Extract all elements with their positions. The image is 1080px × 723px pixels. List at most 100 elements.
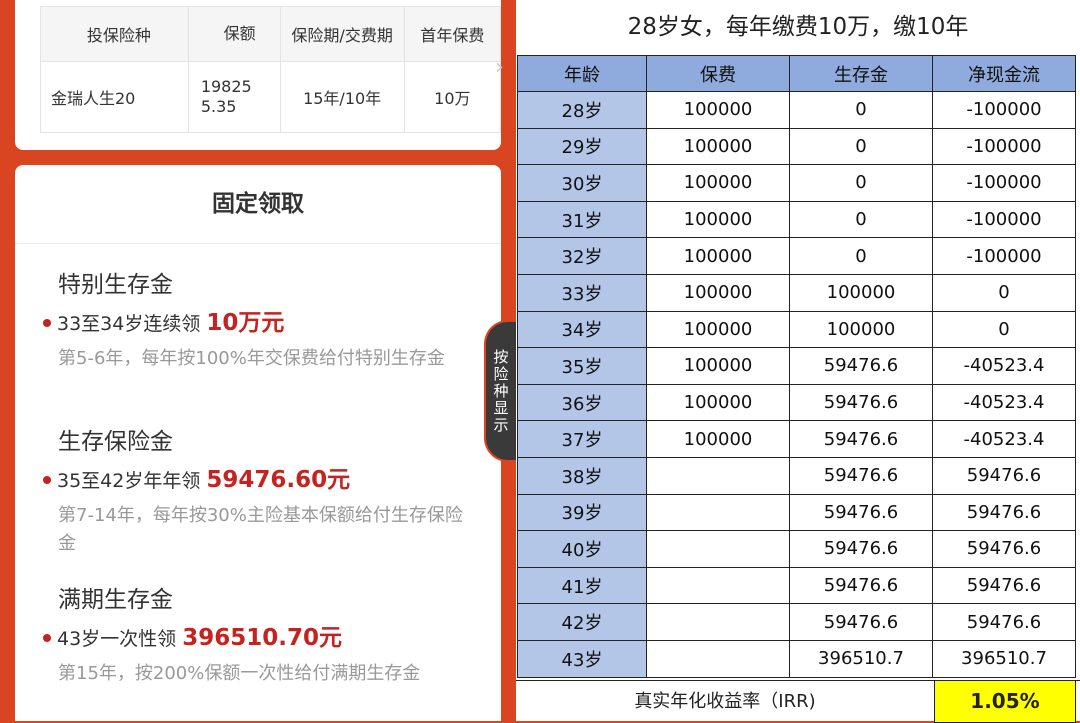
- payout-item-amount: 10万元: [206, 310, 285, 336]
- cell-premium: 100000: [646, 91, 790, 129]
- payout-item-line: 33至34岁连续领 10万元: [43, 303, 284, 337]
- plan-table: 投保险种 保额 保险期/交费期 首年保费 金瑞人生20 19825 5.35 15…: [40, 6, 502, 133]
- cell-premium: 100000: [646, 420, 790, 458]
- table-row: 40岁 59476.6 59476.6: [517, 530, 1076, 568]
- payout-item-line: 43岁一次性领 396510.70元: [43, 618, 342, 652]
- bullet-dot-icon: [43, 475, 51, 484]
- chevron-right-icon[interactable]: ›: [495, 55, 504, 80]
- payout-item-prefix: 43岁一次性领: [57, 628, 177, 650]
- cell-netflow: -40523.4: [932, 383, 1076, 422]
- payout-item-title: 满期生存金: [58, 587, 173, 613]
- cell-netflow: 59476.6: [932, 566, 1076, 605]
- cell-netflow: 59476.6: [932, 493, 1076, 532]
- table-row: 31岁 100000 0 -100000: [517, 200, 1076, 239]
- table-row: 36岁 100000 59476.6 -40523.4: [517, 383, 1076, 422]
- cell-survival: 59476.6: [789, 456, 933, 495]
- cell-age: 42岁: [517, 603, 647, 641]
- cell-age: 37岁: [517, 420, 647, 458]
- plan-amount-line2: 5.35: [200, 97, 237, 116]
- table-row: 34岁 100000 100000 0: [517, 310, 1076, 349]
- payout-item-title: 特别生存金: [58, 272, 173, 298]
- cashflow-title: 28岁女，每年缴费10万，缴10年: [627, 14, 969, 40]
- col-header-survival: 生存金: [789, 55, 933, 92]
- cell-netflow: 59476.6: [932, 603, 1076, 641]
- cell-age: 29岁: [517, 127, 647, 166]
- plan-header-term: 保险期/交费期: [279, 6, 405, 62]
- cell-age: 43岁: [517, 639, 647, 678]
- cell-age: 28岁: [517, 91, 647, 129]
- cell-premium: [646, 566, 790, 605]
- table-row: 42岁 59476.6 59476.6: [517, 603, 1076, 641]
- cell-netflow: 59476.6: [932, 530, 1076, 568]
- cell-survival: 59476.6: [789, 420, 933, 458]
- payout-item-amount: 59476.60元: [206, 467, 351, 493]
- cell-premium: [646, 456, 790, 495]
- cell-premium: 100000: [646, 347, 790, 385]
- cell-survival: 0: [789, 91, 933, 129]
- cell-age: 32岁: [517, 237, 647, 275]
- plan-amount: 19825 5.35: [187, 61, 281, 133]
- col-header-netflow: 净现金流: [932, 55, 1076, 92]
- irr-label: 真实年化收益率（IRR): [634, 691, 816, 712]
- cell-premium: [646, 639, 790, 678]
- plan-header-amount: 保额: [187, 6, 281, 62]
- table-row: 38岁 59476.6 59476.6: [517, 456, 1076, 495]
- payout-item-title: 生存保险金: [58, 429, 173, 455]
- cell-survival: 59476.6: [789, 383, 933, 422]
- cell-survival: 59476.6: [789, 530, 933, 568]
- cell-premium: [646, 493, 790, 532]
- plan-product: 金瑞人生20: [40, 61, 189, 133]
- cell-survival: 0: [789, 127, 933, 166]
- cell-premium: 100000: [646, 383, 790, 422]
- table-row: 28岁 100000 0 -100000: [517, 91, 1076, 129]
- cell-age: 31岁: [517, 200, 647, 239]
- cell-survival: 59476.6: [789, 566, 933, 605]
- irr-value: 1.05%: [934, 681, 1076, 723]
- cell-netflow: 396510.7: [932, 639, 1076, 678]
- cashflow-panel: 28岁女，每年缴费10万，缴10年 年龄 保费 生存金 净现金流 28岁 1000…: [516, 0, 1080, 723]
- bullet-dot-icon: [43, 633, 51, 642]
- col-header-premium: 保费: [646, 55, 790, 92]
- cell-age: 40岁: [517, 530, 647, 568]
- payout-item-desc: 第15年，按200%保额一次性给付满期生存金: [58, 663, 421, 684]
- cell-premium: 100000: [646, 310, 790, 349]
- cell-survival: 59476.6: [789, 493, 933, 532]
- payout-item-line: 35至42岁年年领 59476.60元: [43, 460, 350, 494]
- cell-netflow: -100000: [932, 200, 1076, 239]
- cell-age: 35岁: [517, 347, 647, 385]
- payout-item-amount: 396510.70元: [182, 625, 342, 651]
- plan-amount-line1: 19825: [200, 77, 252, 96]
- side-tab-label: 按险种显示: [493, 347, 509, 434]
- table-row: 30岁 100000 0 -100000: [517, 164, 1076, 202]
- cell-netflow: 59476.6: [932, 456, 1076, 495]
- cell-premium: 100000: [646, 273, 790, 312]
- cell-netflow: -40523.4: [932, 347, 1076, 385]
- table-row: 29岁 100000 0 -100000: [517, 127, 1076, 166]
- cell-survival: 0: [789, 200, 933, 239]
- fixed-payout-card: 固定领取 特别生存金 33至34岁连续领 10万元 第5-6年，每年按100%年…: [15, 165, 501, 721]
- cell-age: 36岁: [517, 383, 647, 422]
- plan-row: 金瑞人生20 19825 5.35 15年/10年 10万: [40, 61, 502, 133]
- table-row: 33岁 100000 100000 0: [517, 273, 1076, 312]
- show-by-product-tab[interactable]: 按险种显示: [486, 322, 516, 460]
- table-row: 35岁 100000 59476.6 -40523.4: [517, 347, 1076, 385]
- cell-age: 30岁: [517, 164, 647, 202]
- cell-age: 34岁: [517, 310, 647, 349]
- cell-survival: 396510.7: [789, 639, 933, 678]
- cell-age: 41岁: [517, 566, 647, 605]
- cell-premium: 100000: [646, 127, 790, 166]
- cell-age: 33岁: [517, 273, 647, 312]
- table-row: 41岁 59476.6 59476.6: [517, 566, 1076, 605]
- cell-survival: 59476.6: [789, 603, 933, 641]
- cell-premium: [646, 530, 790, 568]
- cell-netflow: -100000: [932, 127, 1076, 166]
- table-row: 39岁 59476.6 59476.6: [517, 493, 1076, 532]
- payout-item-prefix: 33至34岁连续领: [57, 313, 201, 335]
- cell-premium: 100000: [646, 164, 790, 202]
- payout-item-desc: 第5-6年，每年按100%年交保费给付特别生存金: [58, 348, 445, 369]
- plan-term: 15年/10年: [279, 61, 405, 133]
- irr-footer: 真实年化收益率（IRR) 1.05%: [516, 680, 1080, 723]
- cell-netflow: 0: [932, 273, 1076, 312]
- cell-survival: 0: [789, 237, 933, 275]
- plan-premium: 10万: [403, 61, 502, 133]
